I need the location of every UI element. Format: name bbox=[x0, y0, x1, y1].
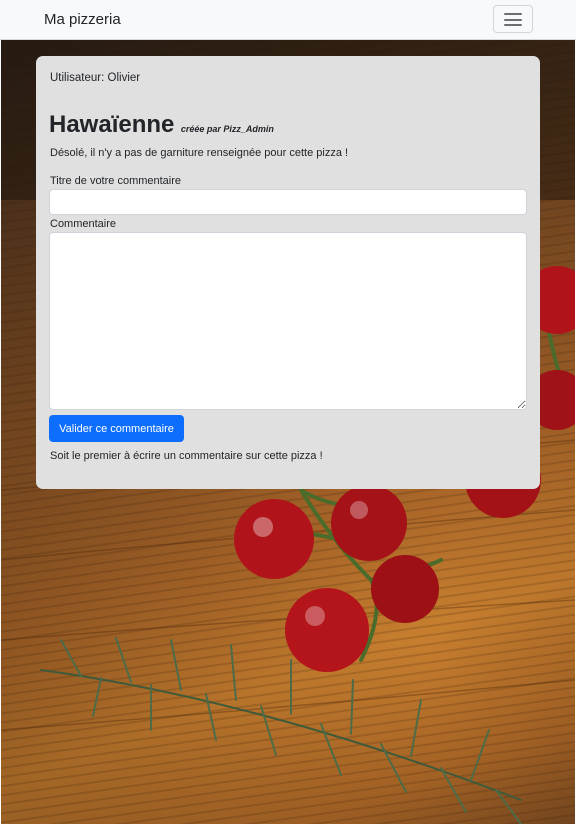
pizza-creator-label: créée par Pizz_Admin bbox=[180, 124, 274, 134]
submit-comment-button[interactable]: Valider ce commentaire bbox=[49, 415, 184, 442]
navbar-toggle-button[interactable] bbox=[493, 5, 533, 33]
hamburger-menu-icon bbox=[504, 13, 522, 26]
no-topping-message: Désolé, il n'y a pas de garniture rensei… bbox=[50, 147, 349, 159]
pizza-title-row: Hawaïenne créée par Pizz_Admin bbox=[49, 111, 274, 139]
comment-title-input[interactable] bbox=[49, 189, 527, 215]
pizza-detail-card: Utilisateur: Olivier Hawaïenne créée par… bbox=[36, 56, 540, 489]
comment-title-label: Titre de votre commentaire bbox=[50, 175, 182, 187]
comment-body-textarea[interactable] bbox=[49, 232, 527, 410]
brand-link[interactable]: Ma pizzeria bbox=[44, 11, 121, 28]
navbar: Ma pizzeria bbox=[0, 0, 576, 40]
comment-body-label: Commentaire bbox=[50, 218, 117, 230]
pizza-name-heading: Hawaïenne bbox=[49, 111, 175, 138]
current-user-label: Utilisateur: Olivier bbox=[50, 72, 141, 84]
no-comments-message: Soit le premier à écrire un commentaire … bbox=[50, 450, 323, 462]
